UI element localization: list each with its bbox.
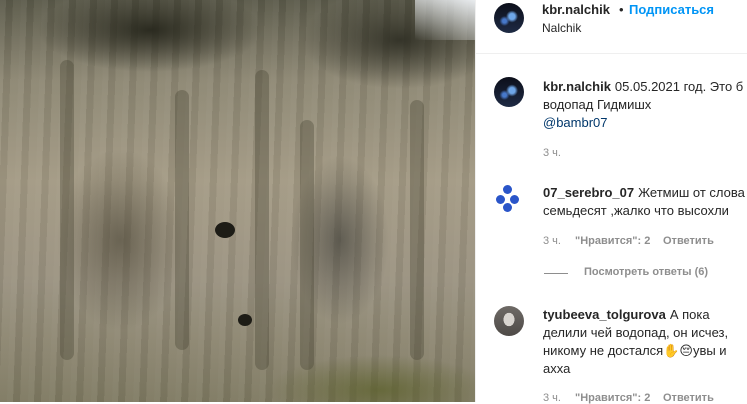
view-replies-button[interactable]: Посмотреть ответы (6)	[584, 266, 708, 278]
comment-time[interactable]: 3 ч.	[543, 392, 561, 404]
cave-hole	[238, 314, 252, 326]
rock-streak	[60, 60, 74, 360]
rock-streak	[175, 90, 189, 350]
caption-username[interactable]: kbr.nalchik	[543, 79, 611, 94]
sky-area	[415, 0, 475, 40]
comment-likes[interactable]: "Нравится": 2	[575, 392, 650, 404]
commenter-avatar[interactable]	[494, 306, 524, 336]
cave-hole	[215, 222, 235, 238]
comment-likes[interactable]: "Нравится": 2	[575, 235, 650, 247]
author-username[interactable]: kbr.nalchik	[542, 2, 610, 17]
commenter-avatar[interactable]	[494, 183, 524, 213]
post-video[interactable]	[0, 0, 475, 402]
reply-button[interactable]: Ответить	[663, 235, 714, 247]
comment-username[interactable]: 07_serebro_07	[543, 185, 634, 200]
author-avatar[interactable]	[494, 3, 524, 33]
post-side-panel: kbr.nalchik • Подписаться Nalchik kbr.na…	[475, 0, 747, 404]
comment: 07_serebro_07 Жетмиш от слова семьдесят ,…	[543, 184, 747, 220]
rock-streak	[255, 70, 269, 370]
caption-avatar[interactable]	[494, 77, 524, 107]
post-header: kbr.nalchik • Подписаться Nalchik	[476, 0, 747, 54]
caption-time[interactable]: 3 ч.	[543, 147, 561, 159]
comment: tyubeeva_tolgurova А пока делили чей водо…	[543, 306, 747, 378]
comment-username[interactable]: tyubeeva_tolgurova	[543, 307, 666, 322]
separator-dot: •	[619, 2, 624, 17]
follow-button[interactable]: Подписаться	[629, 2, 714, 17]
replies-divider	[544, 273, 568, 274]
comment-time[interactable]: 3 ч.	[543, 235, 561, 247]
reply-button[interactable]: Ответить	[663, 392, 714, 404]
rock-streak	[410, 100, 424, 360]
rock-streak	[300, 120, 314, 370]
post-location[interactable]: Nalchik	[542, 21, 581, 35]
caption-mention[interactable]: @bambr07	[543, 115, 608, 130]
caption: kbr.nalchik 05.05.2021 год. Это б водопад…	[543, 78, 747, 132]
